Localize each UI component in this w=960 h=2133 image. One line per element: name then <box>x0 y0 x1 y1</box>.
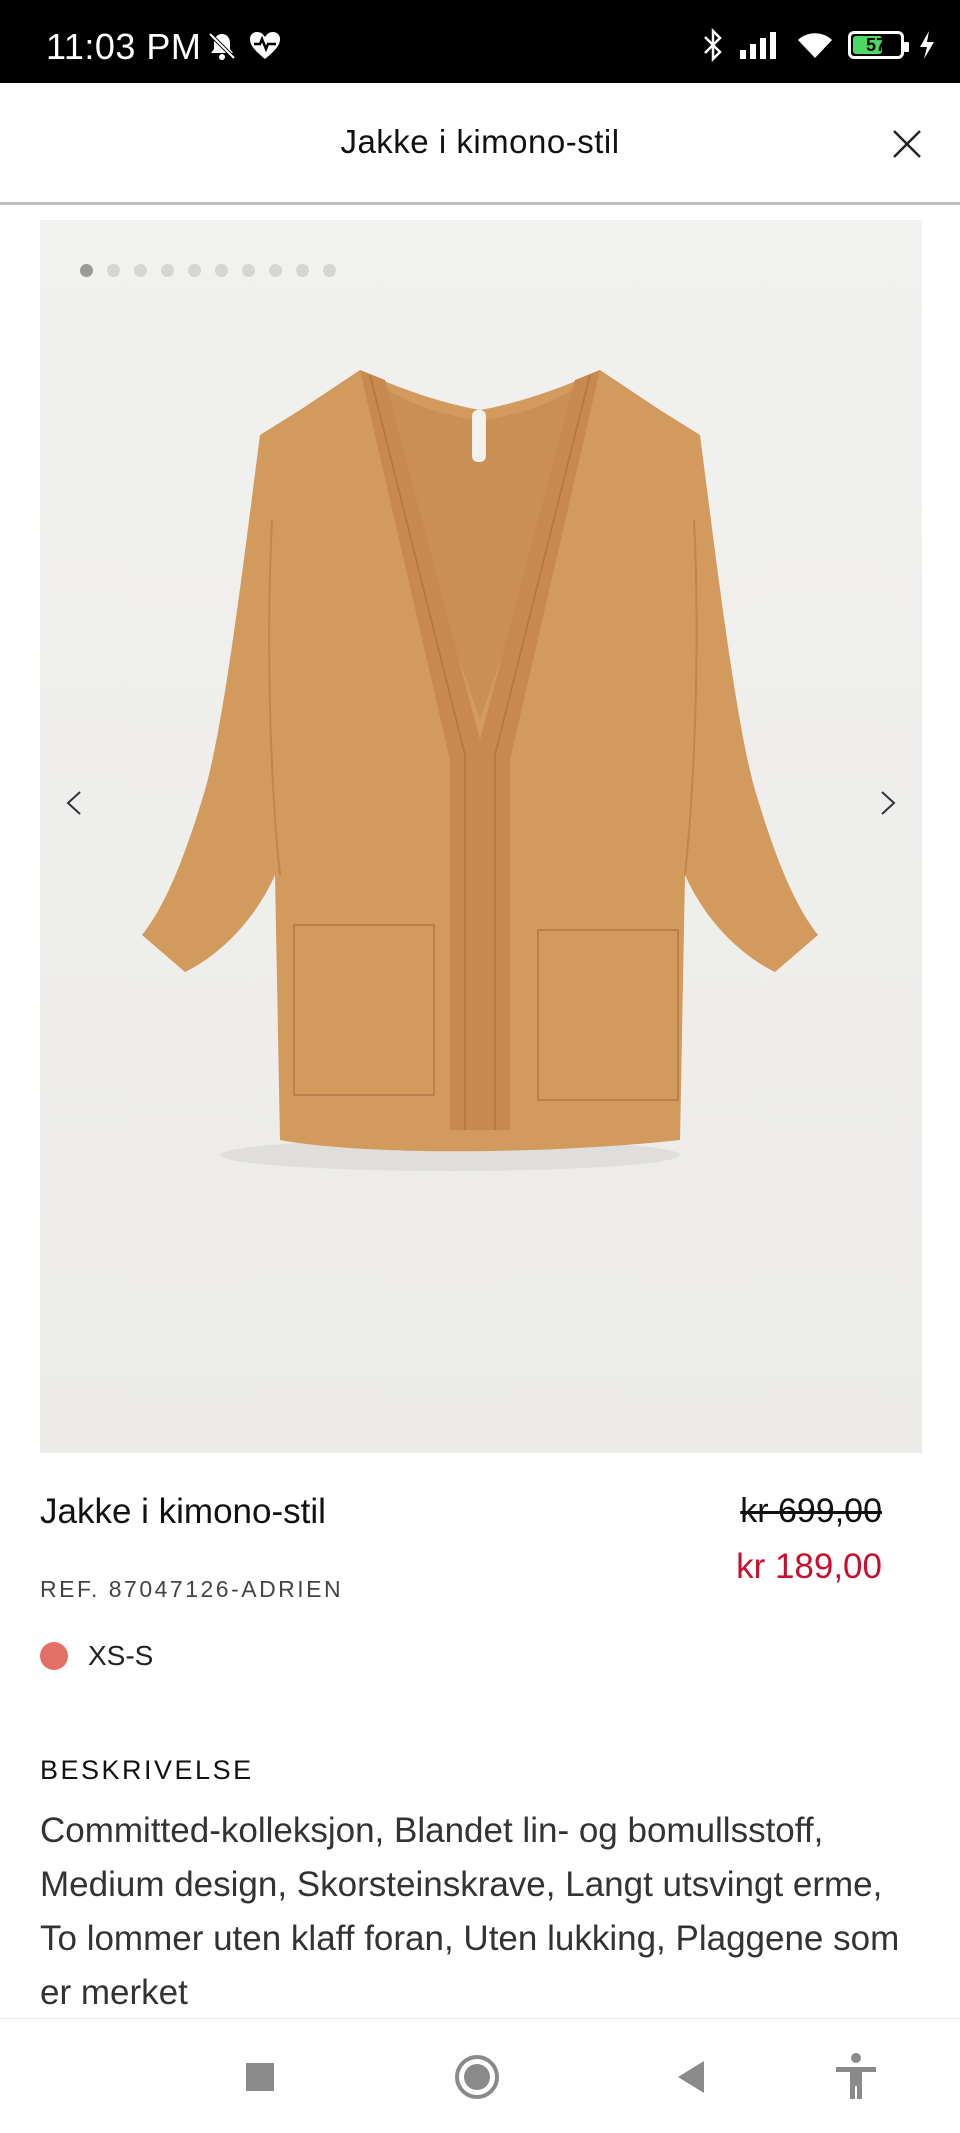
bluetooth-icon <box>704 28 722 62</box>
size-label: XS-S <box>88 1640 154 1671</box>
recents-square-icon[interactable] <box>232 2049 288 2105</box>
original-price: kr 699,00 <box>740 1492 882 1530</box>
description-heading: BESKRIVELSE <box>40 1755 254 1785</box>
gallery-dot[interactable] <box>161 264 174 277</box>
home-circle-icon[interactable] <box>449 2049 505 2105</box>
gallery-dot[interactable] <box>188 264 201 277</box>
product-name: Jakke i kimono-stil <box>40 1492 326 1531</box>
mute-bell-icon <box>208 32 236 60</box>
system-nav-bar <box>0 2018 960 2133</box>
status-bar: 11:03 PM 57 <box>0 0 960 83</box>
gallery-dot[interactable] <box>107 264 120 277</box>
gallery-dot[interactable] <box>296 264 309 277</box>
gallery-dot[interactable] <box>215 264 228 277</box>
chevron-right-icon[interactable] <box>868 780 908 826</box>
wifi-icon <box>798 33 832 58</box>
chevron-left-icon[interactable] <box>54 780 94 826</box>
product-reference: REF. 87047126-ADRIEN <box>40 1576 344 1602</box>
status-time: 11:03 PM <box>46 26 202 67</box>
heart-pulse-icon <box>250 32 280 59</box>
battery-cap <box>904 42 909 52</box>
signal-icon <box>740 32 776 59</box>
gallery-dot[interactable] <box>269 264 282 277</box>
gallery-dot[interactable] <box>242 264 255 277</box>
description-text: Committed-kolleksjon, Blandet lin- og bo… <box>40 1811 900 2012</box>
header: Jakke i kimono-stil <box>0 83 960 205</box>
product-image <box>40 220 922 1453</box>
gallery-dot[interactable] <box>323 264 336 277</box>
color-size-row: XS-S <box>40 1640 153 1672</box>
battery-icon: 57 <box>848 31 909 59</box>
back-triangle-icon[interactable] <box>664 2049 720 2105</box>
gallery-dot[interactable] <box>80 264 93 277</box>
gallery-pagination <box>80 264 336 277</box>
page-title: Jakke i kimono-stil <box>340 123 620 160</box>
status-left-icons <box>206 30 282 62</box>
battery-level: 57 <box>865 35 887 55</box>
close-icon[interactable] <box>884 121 930 167</box>
accessibility-icon[interactable] <box>828 2049 884 2105</box>
product-image-gallery[interactable] <box>40 220 922 1453</box>
gallery-dot[interactable] <box>134 264 147 277</box>
status-right-icons: 57 <box>702 28 936 62</box>
color-swatch[interactable] <box>40 1642 68 1670</box>
charging-icon <box>920 31 934 59</box>
sale-price: kr 189,00 <box>736 1547 882 1586</box>
